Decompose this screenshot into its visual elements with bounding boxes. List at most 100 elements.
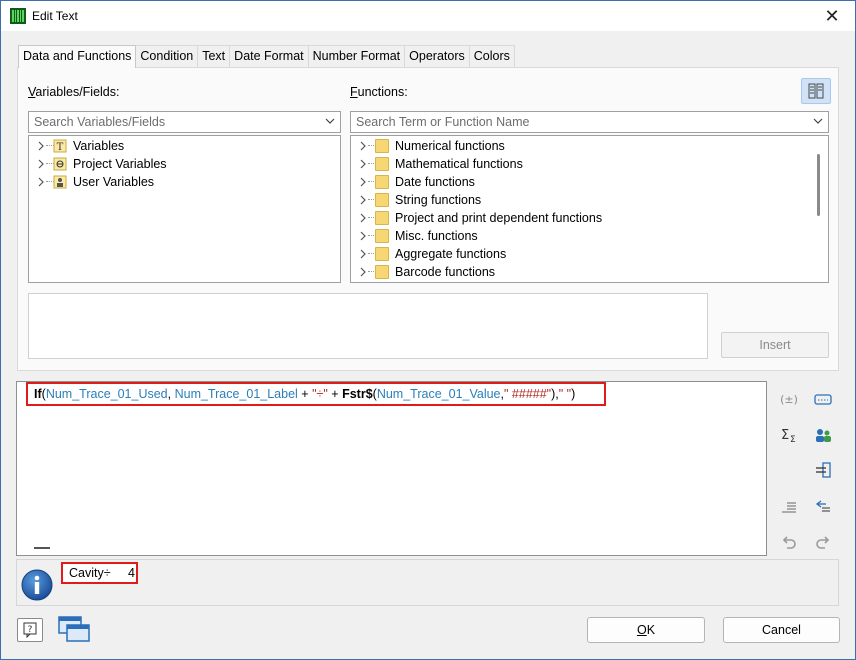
- formula-token: Fstr$: [342, 387, 373, 401]
- tree-item-misc-functions[interactable]: Misc. functions: [351, 227, 828, 245]
- variables-label: Variables/Fields:: [28, 85, 120, 99]
- chevron-right-icon: [38, 141, 44, 151]
- result-value: Cavity÷ 4: [61, 562, 138, 584]
- chevron-right-icon: [360, 249, 366, 259]
- chevron-down-icon: [813, 118, 823, 124]
- chevron-right-icon: [360, 141, 366, 151]
- functions-label: Functions:: [350, 85, 408, 99]
- tab-colors[interactable]: Colors: [468, 45, 515, 67]
- editor-resize-handle[interactable]: [34, 547, 50, 549]
- formula-token: ),: [551, 387, 559, 401]
- variables-search-input[interactable]: Search Variables/Fields: [28, 111, 341, 133]
- line-break-icon: [815, 500, 830, 512]
- tab-text[interactable]: Text: [197, 45, 231, 67]
- indent-button[interactable]: [778, 497, 800, 517]
- list-view-icon: [808, 83, 824, 99]
- tree-item-aggregate-functions[interactable]: Aggregate functions: [351, 245, 828, 263]
- chevron-right-icon: [38, 177, 44, 187]
- result-preview-area: Cavity÷ 4: [16, 559, 839, 606]
- ok-label-mnemonic: O: [636, 623, 647, 637]
- svg-text:T: T: [57, 142, 64, 153]
- folder-icon: [375, 193, 389, 207]
- tree-item-string-functions[interactable]: String functions: [351, 191, 828, 209]
- sum-variable-button[interactable]: ΣΣ: [778, 425, 800, 445]
- line-break-button[interactable]: [812, 497, 834, 517]
- description-box: [28, 293, 708, 359]
- redo-button[interactable]: [812, 533, 834, 553]
- help-button[interactable]: ?: [17, 618, 43, 642]
- indent-icon: [782, 502, 796, 513]
- cancel-button[interactable]: Cancel: [723, 617, 840, 643]
- formula-token: Num_Trace_01_Value: [376, 387, 501, 401]
- help-icon: ?: [23, 622, 37, 639]
- app-icon: [10, 8, 26, 24]
- formula-token: Num_Trace_01_Used: [45, 387, 168, 401]
- variables-search-placeholder: Search Variables/Fields: [34, 115, 166, 129]
- formula-token: ,: [167, 387, 175, 401]
- folder-icon: [375, 211, 389, 225]
- insert-brackets-button[interactable]: (±): [778, 389, 800, 409]
- tree-item-label: User Variables: [73, 175, 155, 189]
- formula-token: +: [327, 387, 343, 401]
- undo-icon: [782, 536, 796, 549]
- tree-item-label: String functions: [395, 193, 482, 207]
- tree-item-label: Variables: [73, 139, 125, 153]
- insert-line-button[interactable]: [812, 460, 834, 480]
- svg-text:Σ: Σ: [781, 428, 789, 443]
- folder-icon: [375, 229, 389, 243]
- data-and-functions-panel: Variables/Fields: Functions: Search Vari…: [17, 67, 839, 371]
- close-button[interactable]: ✕: [809, 1, 855, 31]
- functions-search-input[interactable]: Search Term or Function Name: [350, 111, 829, 133]
- tree-item-mathematical-functions[interactable]: Mathematical functions: [351, 155, 828, 173]
- tree-item-date-functions[interactable]: Date functions: [351, 173, 828, 191]
- sigma-icon: ΣΣ: [781, 428, 796, 444]
- window-mode-button[interactable]: [56, 614, 92, 644]
- close-icon: ✕: [824, 5, 840, 26]
- ok-label: K: [646, 623, 656, 637]
- formula-editor[interactable]: If(Num_Trace_01_Used, Num_Trace_01_Label…: [16, 381, 767, 556]
- variables-tree: T Variables Project Variables User Varia…: [28, 135, 341, 283]
- ok-button[interactable]: OK: [587, 617, 705, 643]
- tree-item-project-print-functions[interactable]: Project and print dependent functions: [351, 209, 828, 227]
- formula-expression[interactable]: If(Num_Trace_01_Used, Num_Trace_01_Label…: [26, 382, 606, 406]
- insert-button[interactable]: Insert: [721, 332, 829, 358]
- chevron-down-icon: [325, 118, 335, 124]
- tree-item-variables[interactable]: T Variables: [29, 137, 340, 155]
- functions-scrollbar[interactable]: [817, 154, 820, 216]
- formula-token: If: [34, 387, 42, 401]
- chevron-right-icon: [360, 267, 366, 277]
- formula-token: "÷": [312, 387, 328, 401]
- result-text: Cavity÷ 4: [69, 566, 135, 580]
- formula-token: +: [297, 387, 313, 401]
- project-variable-icon: [53, 157, 67, 171]
- tree-item-label: Mathematical functions: [395, 157, 523, 171]
- functions-tree: Numerical functions Mathematical functio…: [350, 135, 829, 283]
- insert-field-button[interactable]: [812, 389, 834, 409]
- undo-button[interactable]: [778, 533, 800, 553]
- tree-item-numerical-functions[interactable]: Numerical functions: [351, 137, 828, 155]
- tree-item-project-variables[interactable]: Project Variables: [29, 155, 340, 173]
- tree-item-label: Numerical functions: [395, 139, 505, 153]
- insert-line-icon: [816, 462, 831, 478]
- svg-text:?: ?: [28, 625, 33, 635]
- formula-token: " ": [558, 387, 572, 401]
- tab-number-format[interactable]: Number Format: [307, 45, 406, 67]
- tree-item-label: Barcode functions: [395, 265, 496, 279]
- edit-text-dialog: Edit Text ✕ Data and Functions Condition…: [0, 0, 856, 660]
- tab-date-format[interactable]: Date Format: [229, 45, 309, 67]
- tab-data-and-functions[interactable]: Data and Functions: [18, 45, 137, 68]
- folder-icon: [375, 247, 389, 261]
- redo-icon: [816, 536, 830, 549]
- tree-item-user-variables[interactable]: User Variables: [29, 173, 340, 191]
- chevron-right-icon: [38, 159, 44, 169]
- folder-icon: [375, 175, 389, 189]
- tab-condition[interactable]: Condition: [135, 45, 199, 67]
- user-variable-button[interactable]: [812, 425, 834, 445]
- toggle-view-button[interactable]: [801, 78, 831, 104]
- tab-operators[interactable]: Operators: [404, 45, 470, 67]
- folder-icon: [375, 265, 389, 279]
- chevron-right-icon: [360, 177, 366, 187]
- tree-item-barcode-functions[interactable]: Barcode functions: [351, 263, 828, 281]
- window-title: Edit Text: [32, 9, 78, 23]
- svg-text:(±): (±): [780, 393, 798, 406]
